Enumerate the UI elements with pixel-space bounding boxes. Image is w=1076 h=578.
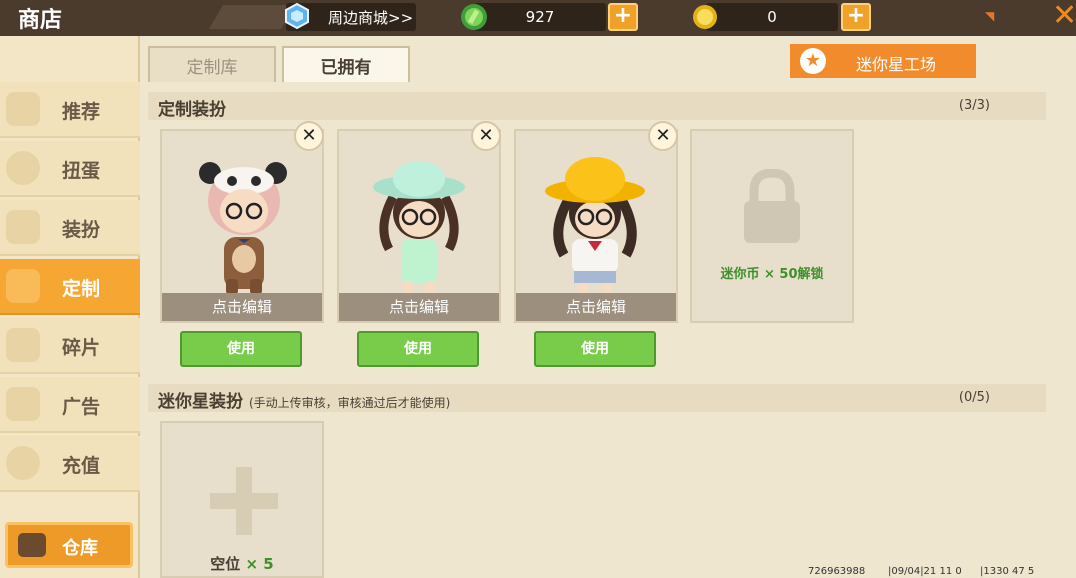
gold-coin-icon	[693, 5, 717, 29]
green-gem-icon	[461, 4, 487, 30]
tab-custom-library[interactable]: 定制库	[148, 46, 276, 82]
gem-balance: 927	[474, 3, 606, 31]
sidebar-item-outfit[interactable]: 装扮	[0, 200, 140, 256]
close-icon[interactable]: ✕	[1052, 0, 1076, 33]
custom-outfit-header: 定制装扮 (3/3)	[148, 92, 1046, 120]
empty-slot-label: 空位 × 5	[162, 553, 322, 574]
mini-outfit-header: 迷你星装扮 (手动上传审核，审核通过后才能使用) (0/5)	[148, 384, 1046, 412]
sidebar-item-custom[interactable]: 定制	[0, 259, 140, 315]
warehouse-label: 仓库	[62, 538, 98, 559]
capsule-icon	[6, 151, 40, 185]
coins-icon	[6, 446, 40, 480]
custom-outfit-card[interactable]: ✕ 点击编辑	[337, 121, 501, 323]
coin-balance: 0	[706, 3, 838, 31]
tab-owned[interactable]: 已拥有	[282, 46, 410, 82]
delete-close-icon[interactable]: ✕	[294, 121, 324, 151]
wifi-signal-icon: ◥	[985, 9, 995, 23]
section-title: 定制装扮	[158, 100, 226, 120]
category-sidebar: 推荐 扭蛋 装扮 定制 碎片 广告 充值	[0, 36, 140, 578]
sidebar-item-recharge[interactable]: 充值	[0, 436, 140, 492]
pencil-icon	[6, 269, 40, 303]
empty-slot-text: 空位	[210, 555, 241, 573]
sidebar-item-label: 推荐	[62, 101, 101, 123]
tab-label: 已拥有	[320, 57, 372, 78]
merch-store-label: 周边商城>>	[328, 8, 414, 27]
sidebar-item-label: 充值	[62, 455, 101, 477]
sidebar-item-label: 碎片	[62, 337, 101, 359]
delete-close-icon[interactable]: ✕	[471, 121, 501, 151]
use-button[interactable]: 使用	[534, 331, 656, 367]
thumb-up-icon	[6, 92, 40, 126]
star-icon: ★	[800, 48, 826, 74]
tab-label: 定制库	[186, 57, 238, 78]
custom-outfit-card[interactable]: ✕ 点击编辑	[514, 121, 678, 323]
section-subtitle: (手动上传审核，审核通过后才能使用)	[249, 396, 451, 410]
panda-hood-character	[199, 162, 287, 295]
treasure-chest-icon	[18, 533, 46, 557]
puzzle-icon	[6, 328, 40, 362]
add-coins-button[interactable]: +	[841, 3, 871, 31]
yellow-hat-character	[545, 157, 645, 297]
mint-hat-character	[373, 161, 465, 295]
lock-icon	[744, 169, 800, 243]
delete-close-icon[interactable]: ✕	[648, 121, 678, 151]
outfit-icon	[6, 210, 40, 244]
footer-id: 726963988	[808, 566, 866, 577]
sidebar-item-label: 定制	[62, 278, 101, 300]
edit-label[interactable]: 点击编辑	[162, 293, 322, 321]
custom-outfit-card[interactable]: ✕ 点击编辑	[160, 121, 324, 323]
merch-cube-icon	[285, 2, 309, 30]
section-count: (3/3)	[958, 98, 990, 113]
sidebar-item-label: 广告	[62, 396, 101, 418]
section-title-text: 迷你星装扮	[158, 392, 243, 412]
coin-count: 0	[767, 8, 777, 26]
edit-label[interactable]: 点击编辑	[339, 293, 499, 321]
section-count: (0/5)	[958, 390, 990, 405]
mini-factory-button[interactable]: ★ 迷你星工场	[790, 44, 976, 78]
sidebar-item-fragments[interactable]: 碎片	[0, 318, 140, 374]
gem-count: 927	[525, 8, 555, 26]
top-bar: 商店 周边商城>> 927 + 0 + ◥ ✕	[0, 0, 1076, 36]
sidebar-item-label: 扭蛋	[62, 160, 101, 182]
empty-slot[interactable]: 空位 × 5	[160, 421, 324, 578]
warehouse-button[interactable]: 仓库	[5, 522, 133, 568]
footer-date: |09/04|21 11 0	[888, 566, 962, 577]
unlock-cost-label: 迷你币 × 50解锁	[720, 267, 824, 282]
mini-factory-label: 迷你星工场	[856, 55, 937, 74]
section-title: 迷你星装扮 (手动上传审核，审核通过后才能使用)	[158, 387, 450, 412]
use-button[interactable]: 使用	[180, 331, 302, 367]
locked-slot[interactable]: 迷你币 × 50解锁	[690, 129, 854, 323]
sidebar-item-recommend[interactable]: 推荐	[0, 82, 140, 138]
page-title: 商店	[18, 8, 63, 33]
sidebar-item-ads[interactable]: 广告	[0, 377, 140, 433]
use-button[interactable]: 使用	[357, 331, 479, 367]
footer-version: |1330 47 5	[980, 566, 1035, 577]
sidebar-item-label: 装扮	[62, 219, 101, 241]
gift-icon	[6, 387, 40, 421]
plus-icon	[210, 467, 278, 535]
empty-slot-count: × 5	[245, 555, 274, 573]
edit-label[interactable]: 点击编辑	[516, 293, 676, 321]
add-gems-button[interactable]: +	[608, 3, 638, 31]
sidebar-item-gacha[interactable]: 扭蛋	[0, 141, 140, 197]
